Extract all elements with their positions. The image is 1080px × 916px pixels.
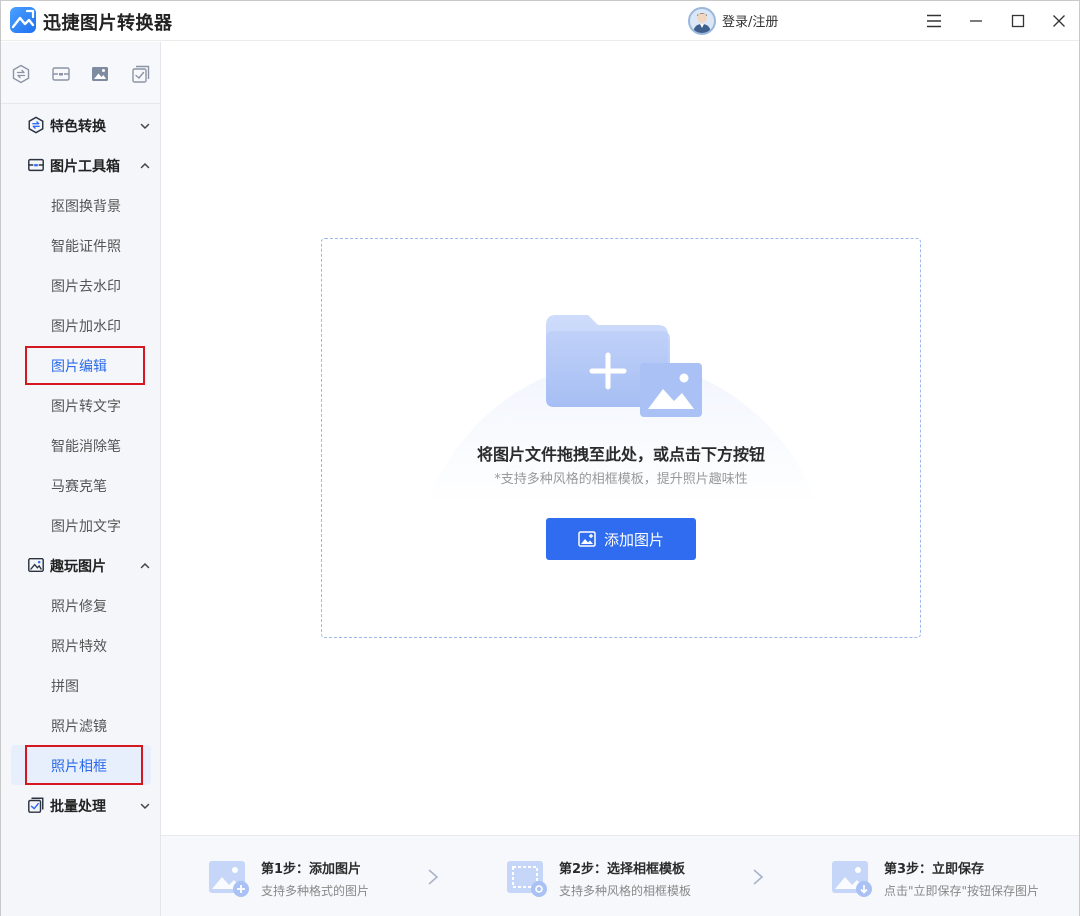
chevron-up-icon [138,158,152,172]
minimize-icon[interactable] [962,7,990,35]
batch-icon [27,796,45,814]
add-image-button-label: 添加图片 [603,530,664,549]
maximize-icon[interactable] [1004,7,1032,35]
chevron-right-icon [427,868,439,886]
app-title: 迅捷图片转换器 [43,13,173,34]
sidebar-item-photo-filter[interactable]: 照片滤镜 [11,705,151,745]
toolbox-icon[interactable] [50,63,72,85]
login-register-link[interactable]: 登录/注册 [722,11,778,30]
step-3: 第3步：立即保存 点击"立即保存"按钮保存图片 [831,836,1071,916]
step-title: 第3步：立即保存 [884,862,985,877]
format-convert-icon [27,116,45,134]
add-image-button[interactable]: 添加图片 [546,518,696,560]
sidebar-item-remove-watermark[interactable]: 图片去水印 [11,265,151,305]
section-image-toolbox[interactable]: 图片工具箱 [1,145,160,185]
section-batch-processing[interactable]: 批量处理 [1,785,160,825]
sidebar-item-image-edit[interactable]: 图片编辑 [11,345,151,385]
toolbox-icon [27,156,45,174]
sidebar-item-id-photo[interactable]: 智能证件照 [11,225,151,265]
sidebar-item-label: 智能消除笔 [51,439,121,455]
section-label: 图片工具箱 [50,159,120,175]
chevron-down-icon [138,798,152,812]
section-label: 批量处理 [50,799,106,815]
sidebar-item-label: 照片滤镜 [51,719,107,735]
sidebar-item-collage[interactable]: 拼图 [11,665,151,705]
avatar[interactable] [688,7,716,35]
sidebar-item-label: 智能证件照 [51,239,121,255]
section-label: 特色转换 [50,119,106,135]
chevron-up-icon [138,558,152,572]
title-bar: 迅捷图片转换器 登录/注册 [1,1,1079,41]
image-fun-icon [27,556,45,574]
add-image-icon [578,530,596,548]
step-title: 第1步：添加图片 [261,862,362,877]
sidebar-item-matting[interactable]: 抠图换背景 [11,185,151,225]
sidebar-item-label: 图片加文字 [51,519,121,535]
section-label: 趣玩图片 [50,559,106,575]
sidebar-item-photo-frame[interactable]: 照片相框 [11,745,151,785]
sidebar-item-label: 图片加水印 [51,319,121,335]
sidebar-item-smart-eraser[interactable]: 智能消除笔 [11,425,151,465]
sidebar-item-label: 抠图换背景 [51,199,121,215]
batch-icon[interactable] [130,63,152,85]
folder-add-image-icon [546,315,706,429]
step-desc: 支持多种格式的图片 [261,884,370,898]
sidebar-item-add-watermark[interactable]: 图片加水印 [11,305,151,345]
steps-bar: 第1步：添加图片 支持多种格式的图片 第2步：选择相框模板 支持多种风格的相框模… [161,835,1079,916]
sidebar-item-label: 图片转文字 [51,399,121,415]
image-fun-icon[interactable] [89,63,111,85]
close-icon[interactable] [1045,7,1073,35]
sidebar-item-label: 马赛克笔 [51,479,107,495]
sidebar-item-image-to-text[interactable]: 图片转文字 [11,385,151,425]
step-desc: 点击"立即保存"按钮保存图片 [884,884,1040,898]
sidebar: 特色转换 图片工具箱 抠图换背景 智能证件照 图片去水印 图片加水印 图片编辑 … [1,42,161,916]
frame-template-step-icon [506,858,548,898]
sidebar-item-photo-effects[interactable]: 照片特效 [11,625,151,665]
app-window: 迅捷图片转换器 登录/注册 特色转换 图片工具箱 抠图换背景 智能证件照 图片去… [0,0,1080,916]
sidebar-item-add-text[interactable]: 图片加文字 [11,505,151,545]
chevron-down-icon [138,118,152,132]
sidebar-item-mosaic-pen[interactable]: 马赛克笔 [11,465,151,505]
sidebar-item-photo-repair[interactable]: 照片修复 [11,585,151,625]
step-2: 第2步：选择相框模板 支持多种风格的相框模板 [506,836,756,916]
sidebar-item-label: 照片相框 [51,759,107,775]
sidebar-item-label: 照片特效 [51,639,107,655]
section-feature-convert[interactable]: 特色转换 [1,105,160,145]
step-1: 第1步：添加图片 支持多种格式的图片 [208,836,448,916]
add-image-step-icon [208,858,250,898]
drop-zone-title: 将图片文件拖拽至此处，或点击下方按钮 [476,445,765,464]
app-logo-icon [10,7,36,33]
drop-zone[interactable]: 将图片文件拖拽至此处，或点击下方按钮 *支持多种风格的相框模板，提升照片趣味性 … [321,238,921,638]
sidebar-item-label: 图片编辑 [51,359,107,375]
menu-icon[interactable] [920,7,948,35]
section-image-fun[interactable]: 趣玩图片 [1,545,160,585]
chevron-right-icon [752,868,764,886]
drop-zone-subtitle: *支持多种风格的相框模板，提升照片趣味性 [494,472,748,487]
step-desc: 支持多种风格的相框模板 [559,884,692,898]
sidebar-item-label: 照片修复 [51,599,107,615]
step-title: 第2步：选择相框模板 [559,862,686,877]
format-convert-icon[interactable] [10,63,32,85]
sidebar-item-label: 图片去水印 [51,279,121,295]
sidebar-item-label: 拼图 [51,679,79,695]
save-step-icon [831,858,873,898]
sidebar-top-tabs [1,42,160,104]
main-content: 将图片文件拖拽至此处，或点击下方按钮 *支持多种风格的相框模板，提升照片趣味性 … [161,42,1079,835]
